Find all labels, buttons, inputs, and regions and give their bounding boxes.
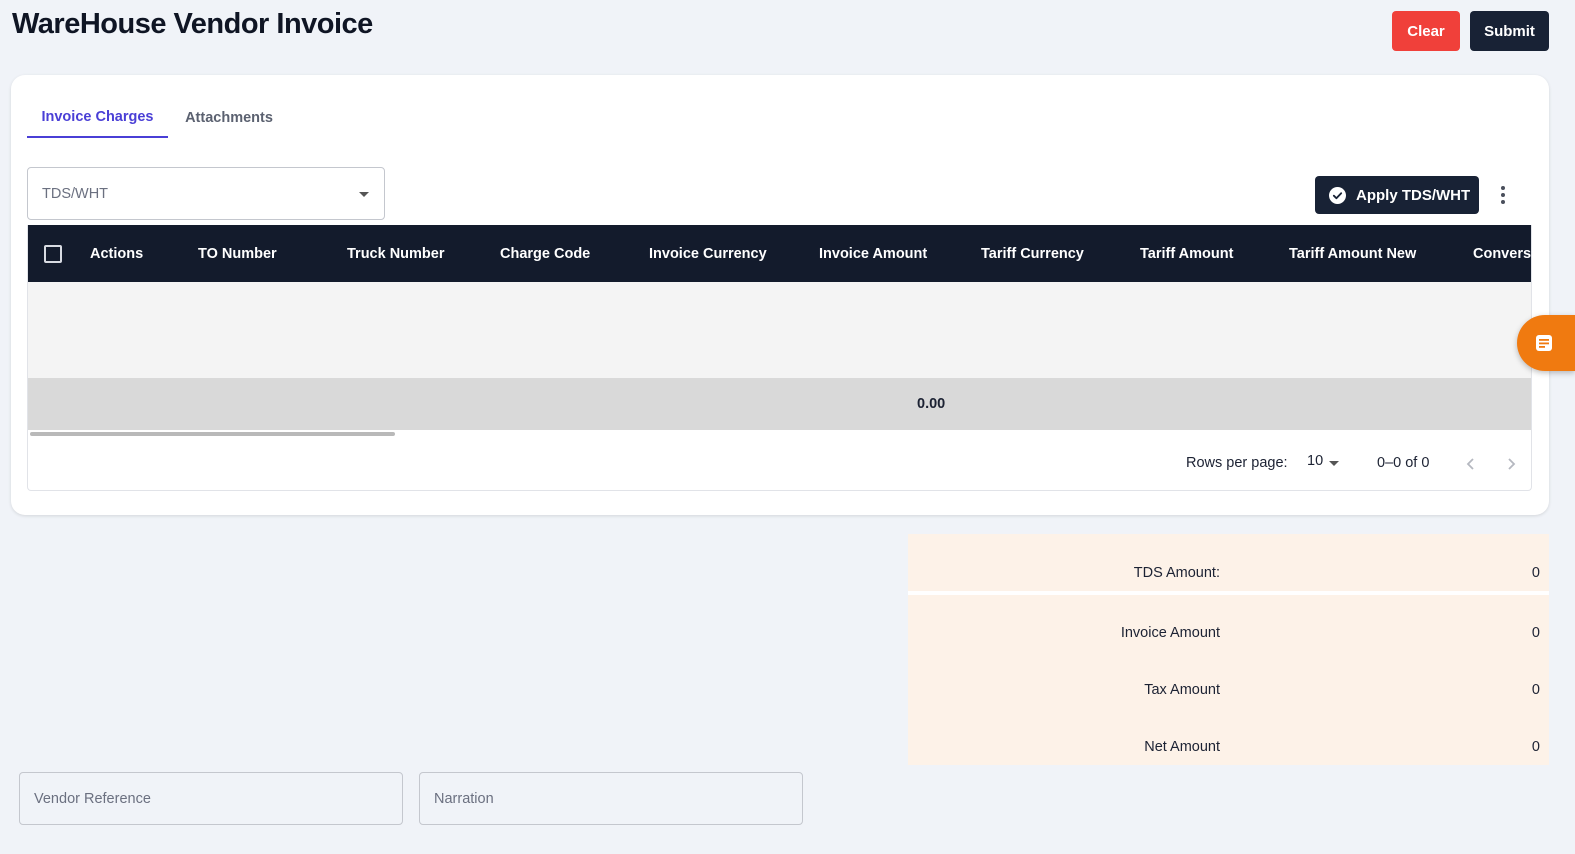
invoice-card: Invoice Charges Attachments TDS/WHT Appl… bbox=[11, 75, 1549, 515]
submit-button[interactable]: Submit bbox=[1470, 11, 1549, 51]
apply-tds-wht-label: Apply TDS/WHT bbox=[1356, 186, 1471, 204]
column-header-conversion[interactable]: Conversi bbox=[1473, 225, 1531, 282]
column-header-actions[interactable]: Actions bbox=[90, 225, 143, 282]
rows-per-page-value: 10 bbox=[1307, 453, 1324, 469]
tab-attachments[interactable]: Attachments bbox=[179, 98, 279, 138]
column-header-tariff-amount-new[interactable]: Tariff Amount New bbox=[1289, 225, 1416, 282]
pagination-range: 0–0 of 0 bbox=[1377, 455, 1430, 471]
column-header-truck-number[interactable]: Truck Number bbox=[347, 225, 445, 282]
check-circle-icon bbox=[1329, 186, 1346, 204]
net-amount-label: Net Amount bbox=[1144, 739, 1220, 755]
column-header-invoice-amount[interactable]: Invoice Amount bbox=[819, 225, 927, 282]
more-vertical-icon[interactable] bbox=[1493, 183, 1513, 207]
grid-total-value: 0.00 bbox=[917, 396, 946, 412]
page-title: WareHouse Vendor Invoice bbox=[12, 8, 373, 40]
rows-per-page-label: Rows per page: bbox=[1186, 455, 1288, 471]
tds-amount-label: TDS Amount: bbox=[1133, 565, 1220, 581]
dropdown-arrow-icon bbox=[359, 192, 369, 197]
rows-per-page-select[interactable]: 10 bbox=[1307, 453, 1343, 473]
dropdown-arrow-icon bbox=[1329, 461, 1339, 466]
select-all-checkbox[interactable] bbox=[44, 245, 62, 263]
invoice-charges-grid: Actions TO Number Truck Number Charge Co… bbox=[27, 225, 1532, 491]
tds-wht-select-placeholder: TDS/WHT bbox=[42, 185, 109, 202]
invoice-amount-label: Invoice Amount bbox=[1120, 625, 1220, 641]
apply-tds-wht-button[interactable]: Apply TDS/WHT bbox=[1315, 176, 1479, 214]
column-header-charge-code[interactable]: Charge Code bbox=[500, 225, 590, 282]
tax-amount-value: 0 bbox=[1531, 682, 1540, 698]
document-icon[interactable] bbox=[1517, 315, 1575, 371]
column-header-tariff-currency[interactable]: Tariff Currency bbox=[981, 225, 1084, 282]
grid-header: Actions TO Number Truck Number Charge Co… bbox=[28, 225, 1531, 282]
grid-total-row: 0.00 bbox=[28, 378, 1531, 430]
previous-page-icon[interactable] bbox=[1461, 454, 1481, 474]
column-header-tariff-amount[interactable]: Tariff Amount bbox=[1140, 225, 1233, 282]
narration-field[interactable] bbox=[419, 772, 803, 825]
tab-invoice-charges[interactable]: Invoice Charges bbox=[27, 98, 168, 138]
grid-body-empty bbox=[28, 282, 1531, 378]
column-header-invoice-currency[interactable]: Invoice Currency bbox=[649, 225, 767, 282]
column-header-to-number[interactable]: TO Number bbox=[198, 225, 277, 282]
summary-divider bbox=[908, 591, 1549, 595]
net-amount-value: 0 bbox=[1531, 739, 1540, 755]
tds-wht-select[interactable]: TDS/WHT bbox=[27, 167, 385, 220]
next-page-icon[interactable] bbox=[1501, 454, 1521, 474]
clear-button[interactable]: Clear bbox=[1392, 11, 1460, 51]
horizontal-scrollbar[interactable] bbox=[30, 432, 395, 436]
invoice-summary-panel: TDS Amount: 0 Invoice Amount 0 Tax Amoun… bbox=[908, 534, 1549, 765]
invoice-amount-value: 0 bbox=[1531, 625, 1540, 641]
vendor-reference-field[interactable] bbox=[19, 772, 403, 825]
tax-amount-label: Tax Amount bbox=[1144, 682, 1220, 698]
tds-amount-value: 0 bbox=[1531, 565, 1540, 581]
